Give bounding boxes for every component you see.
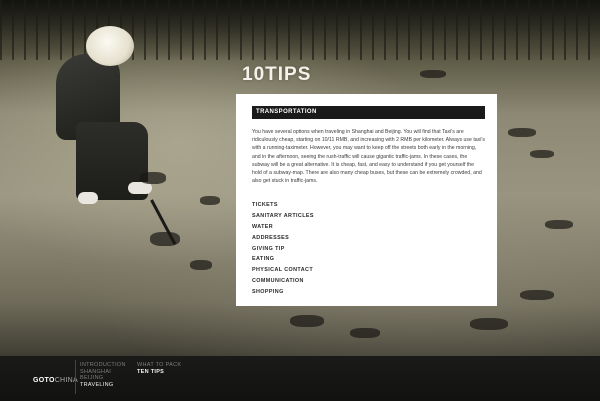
tip-link-shopping[interactable]: SHOPPING — [252, 287, 485, 298]
nav-traveling[interactable]: TRAVELING — [80, 382, 126, 389]
nav-shanghai[interactable]: SHANGHAI — [80, 369, 126, 376]
ink-mark — [290, 315, 324, 327]
nav-introduction[interactable]: INTRODUCTION — [80, 362, 126, 369]
footer-bar: GOTOCHINA INTRODUCTION SHANGHAI BEIJING … — [0, 356, 600, 401]
secondary-nav: WHAT TO PACK TEN TIPS — [137, 362, 181, 375]
nav-beijing[interactable]: BEIJING — [80, 375, 126, 382]
calligrapher-figure — [48, 24, 177, 245]
ink-mark — [200, 196, 220, 205]
page-title: 10TIPS — [242, 64, 312, 85]
ink-mark — [420, 70, 446, 78]
ink-mark — [520, 290, 554, 300]
ink-mark — [470, 318, 508, 330]
footer-divider — [75, 360, 76, 394]
nav-what-to-pack[interactable]: WHAT TO PACK — [137, 362, 181, 369]
tip-link-giving-tip[interactable]: GIVING TIP — [252, 244, 485, 255]
tip-link-sanitary-articles[interactable]: SANITARY ARTICLES — [252, 211, 485, 222]
section-header: TRANSPORTATION — [252, 106, 485, 119]
ink-mark — [508, 128, 536, 137]
brand-main: GOTO — [33, 377, 55, 384]
tip-link-water[interactable]: WATER — [252, 222, 485, 233]
tip-link-tickets[interactable]: TICKETS — [252, 200, 485, 211]
straw-hat — [86, 26, 134, 66]
tip-link-eating[interactable]: EATING — [252, 254, 485, 265]
brand-logo[interactable]: GOTOCHINA — [33, 377, 78, 384]
ink-mark — [140, 172, 166, 184]
primary-nav: INTRODUCTION SHANGHAI BEIJING TRAVELING — [80, 362, 126, 388]
ink-mark — [350, 328, 380, 338]
tip-link-addresses[interactable]: ADDRESSES — [252, 233, 485, 244]
ink-mark — [545, 220, 573, 229]
ink-mark — [190, 260, 212, 270]
section-body-text: You have several options when traveling … — [252, 129, 485, 185]
tip-link-physical-contact[interactable]: PHYSICAL CONTACT — [252, 265, 485, 276]
content-panel: TRANSPORTATION You have several options … — [236, 94, 497, 306]
tip-link-communication[interactable]: COMMUNICATION — [252, 276, 485, 287]
ink-mark — [150, 232, 180, 246]
nav-ten-tips[interactable]: TEN TIPS — [137, 369, 181, 376]
tips-list: TICKETS SANITARY ARTICLES WATER ADDRESSE… — [252, 200, 485, 297]
ink-mark — [530, 150, 554, 158]
